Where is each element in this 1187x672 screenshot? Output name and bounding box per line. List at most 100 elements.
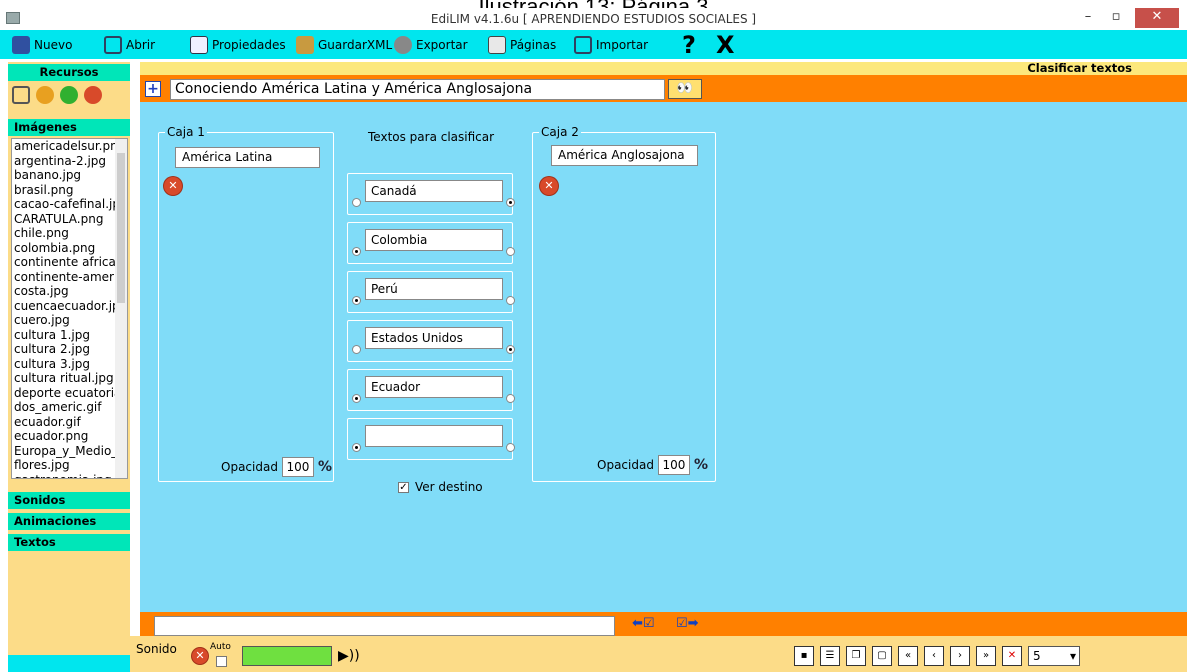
prev-page-icon[interactable]: ‹ [924, 646, 944, 666]
resource-item[interactable]: cultura 3.jpg [12, 357, 116, 372]
open-folder-icon [104, 36, 122, 54]
resource-item[interactable]: cacao-cafefinal.jpg [12, 197, 116, 212]
properties-icon [190, 36, 208, 54]
add-page-icon[interactable]: + [145, 81, 161, 97]
resource-item[interactable]: Europa_y_Medio_ [12, 444, 116, 459]
next-arrow-icon[interactable]: ☑➡ [676, 616, 710, 632]
text-row: Colombia [347, 222, 515, 264]
radio-caja1[interactable] [352, 345, 361, 354]
page-title-input[interactable]: Conociendo América Latina y América Angl… [170, 79, 665, 100]
text-item-input[interactable]: Colombia [365, 229, 503, 251]
resource-item[interactable]: cultura 2.jpg [12, 342, 116, 357]
radio-caja1[interactable] [352, 296, 361, 305]
text-item-input[interactable]: Ecuador [365, 376, 503, 398]
list-icon[interactable]: ☰ [820, 646, 840, 666]
resource-item[interactable]: continente-americano [12, 270, 116, 285]
resource-item[interactable]: deporte ecuatoriano [12, 386, 116, 401]
resource-item[interactable]: chile.png [12, 226, 116, 241]
caja2-delete-icon[interactable]: ✕ [540, 177, 558, 195]
radio-caja2[interactable] [506, 394, 515, 403]
add-resource-icon[interactable] [36, 86, 54, 104]
caja2-opacity: Opacidad 100 % [597, 455, 708, 475]
resource-item[interactable]: brasil.png [12, 183, 116, 198]
resource-item[interactable]: gastronomia.jpg [12, 473, 116, 479]
page-select[interactable]: 5 [1028, 646, 1080, 666]
propiedades-label: Propiedades [212, 38, 286, 52]
list-scrollbar[interactable] [115, 139, 127, 478]
refresh-icon[interactable] [60, 86, 78, 104]
opacidad2-input[interactable]: 100 [657, 455, 690, 475]
animaciones-tab[interactable]: Animaciones [8, 513, 130, 530]
caja1-name-input[interactable]: América Latina [175, 147, 320, 168]
resource-item[interactable]: ecuador.gif [12, 415, 116, 430]
resource-item[interactable]: dos_americ.gif [12, 400, 116, 415]
text-row: Ecuador [347, 369, 515, 411]
exit-button[interactable]: X [716, 30, 735, 59]
nuevo-button[interactable]: Nuevo [12, 34, 72, 56]
radio-caja2[interactable] [506, 247, 515, 256]
resource-item[interactable]: americadelsur.png [12, 139, 116, 154]
resource-item[interactable]: banano.jpg [12, 168, 116, 183]
radio-caja2[interactable] [506, 296, 515, 305]
imagenes-tab[interactable]: Imágenes [8, 119, 130, 136]
resource-item[interactable]: ecuador.png [12, 429, 116, 444]
tools-icon[interactable] [12, 86, 30, 104]
text-item-input[interactable]: Canadá [365, 180, 503, 202]
next-page-icon[interactable]: › [950, 646, 970, 666]
resource-item[interactable]: cultura 1.jpg [12, 328, 116, 343]
importar-button[interactable]: Importar [574, 34, 648, 56]
propiedades-button[interactable]: Propiedades [190, 34, 286, 56]
message-bar: ⬅☑ ☑➡ [140, 612, 1187, 636]
preview-eyes-icon[interactable]: 👀 [668, 79, 702, 99]
save-icon[interactable]: ▪ [794, 646, 814, 666]
last-page-icon[interactable]: » [976, 646, 996, 666]
auto-checkbox[interactable] [216, 656, 227, 667]
copy-page-icon[interactable]: ❐ [846, 646, 866, 666]
text-row: Estados Unidos [347, 320, 515, 362]
caja2-name-input[interactable]: América Anglosajona [551, 145, 698, 166]
resource-item[interactable]: argentina-2.jpg [12, 154, 116, 169]
ver-destino[interactable]: ✓ Ver destino [398, 480, 483, 494]
ver-destino-checkbox[interactable]: ✓ [398, 481, 409, 493]
resource-item[interactable]: continente africano [12, 255, 116, 270]
resource-item[interactable]: cuencaecuador.jpg [12, 299, 116, 314]
delete-resource-icon[interactable] [84, 86, 102, 104]
text-item-input[interactable]: Estados Unidos [365, 327, 503, 349]
resource-item[interactable]: costa.jpg [12, 284, 116, 299]
help-button[interactable]: ? [682, 30, 696, 59]
resource-item[interactable]: colombia.png [12, 241, 116, 256]
exportar-button[interactable]: Exportar [394, 34, 468, 56]
prev-arrow-icon[interactable]: ⬅☑ [632, 616, 666, 632]
resource-item[interactable]: cuero.jpg [12, 313, 116, 328]
resource-item[interactable]: cultura ritual.jpg [12, 371, 116, 386]
radio-caja2[interactable] [506, 198, 515, 207]
minimize-button[interactable]: – [1075, 8, 1101, 28]
first-page-icon[interactable]: « [898, 646, 918, 666]
guardarxml-button[interactable]: GuardarXML [296, 34, 392, 56]
resource-list[interactable]: americadelsur.png argentina-2.jpg banano.j… [11, 138, 128, 479]
paginas-button[interactable]: Páginas [488, 34, 556, 56]
sound-delete-icon[interactable]: ✕ [192, 648, 208, 664]
textos-tab[interactable]: Textos [8, 534, 130, 551]
radio-caja1[interactable] [352, 198, 361, 207]
text-item-input[interactable]: Perú [365, 278, 503, 300]
resource-item[interactable]: flores.jpg [12, 458, 116, 473]
sonido-label: Sonido [136, 642, 177, 656]
caja1-delete-icon[interactable]: ✕ [164, 177, 182, 195]
abrir-button[interactable]: Abrir [104, 34, 155, 56]
close-button[interactable]: ✕ [1135, 8, 1179, 28]
radio-caja1[interactable] [352, 394, 361, 403]
text-item-input[interactable] [365, 425, 503, 447]
radio-caja1[interactable] [352, 443, 361, 452]
sonidos-tab[interactable]: Sonidos [8, 492, 130, 509]
radio-caja2[interactable] [506, 345, 515, 354]
opacidad1-input[interactable]: 100 [281, 457, 314, 477]
radio-caja2[interactable] [506, 443, 515, 452]
message-input[interactable] [154, 616, 615, 636]
resource-item[interactable]: CARATULA.png [12, 212, 116, 227]
delete-page-icon[interactable]: ✕ [1002, 646, 1022, 666]
paste-page-icon[interactable]: ▢ [872, 646, 892, 666]
maximize-button[interactable]: ▫ [1103, 8, 1129, 28]
play-sound-icon[interactable]: ▶)) [338, 648, 360, 664]
radio-caja1[interactable] [352, 247, 361, 256]
